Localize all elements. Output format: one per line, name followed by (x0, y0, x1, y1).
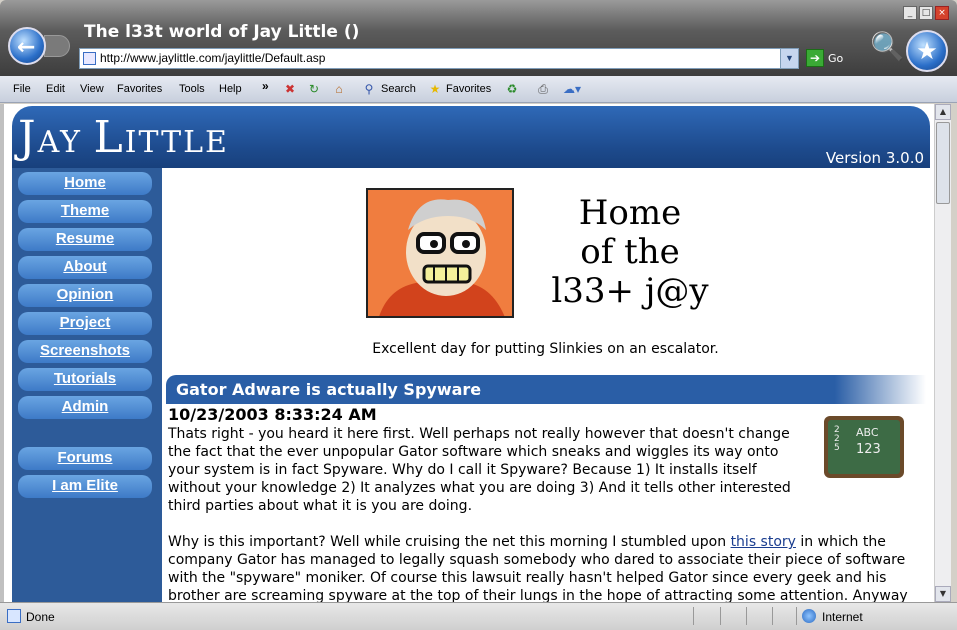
site-logo[interactable]: JAY LITTLE (18, 112, 229, 163)
page-icon (83, 52, 96, 65)
go-button[interactable]: ➔ (806, 49, 824, 67)
site-banner: JAY LITTLE Version 3.0.0 (12, 106, 930, 168)
scroll-thumb[interactable] (936, 122, 950, 204)
post-paragraph-2: Why is this important? Well while cruisi… (168, 534, 908, 602)
menu-help[interactable]: Help (219, 83, 242, 95)
page-viewport: JAY LITTLE Version 3.0.0 Home Theme Resu… (0, 104, 934, 602)
window-title: The l33t world of Jay Little () (84, 22, 360, 42)
post-date: 10/23/2003 8:33:24 AM (168, 405, 377, 424)
menu-tools[interactable]: Tools (179, 83, 205, 95)
menu-bar: File Edit View Favorites Tools Help » ✖ … (0, 76, 957, 103)
this-story-link[interactable]: this story (731, 534, 796, 550)
chalkboard-image: 2 2 5 ABC 123 (824, 416, 904, 478)
search-toolbar-icon[interactable]: ⚲ (362, 82, 376, 96)
security-zone-label: Internet (822, 610, 863, 624)
more-chevron-icon[interactable]: » (262, 79, 269, 93)
menu-edit[interactable]: Edit (46, 83, 65, 95)
minimize-button[interactable]: _ (903, 6, 917, 20)
back-arrow-icon: ← (17, 35, 36, 60)
status-divider (720, 607, 721, 625)
address-text: http://www.jaylittle.com/jaylittle/Defau… (100, 51, 326, 65)
messenger-icon[interactable]: ☁▾ (561, 82, 583, 96)
sidebar-nav: Home Theme Resume About Opinion Project … (12, 168, 162, 602)
nav-resume[interactable]: Resume (18, 228, 152, 251)
menu-view[interactable]: View (80, 83, 104, 95)
maximize-button[interactable]: □ (919, 6, 933, 20)
post-paragraph-1: Thats right - you heard it here first. W… (168, 426, 791, 514)
nav-admin[interactable]: Admin (18, 396, 152, 419)
home-title: Home of the l33+ j@y (551, 193, 709, 311)
scroll-up-button[interactable]: ▲ (935, 104, 951, 120)
nav-i-am-elite[interactable]: I am Elite (18, 475, 152, 498)
history-icon[interactable]: ♻ (505, 82, 519, 96)
status-divider (746, 607, 747, 625)
search-icon[interactable]: 🔍 (870, 30, 905, 66)
status-divider (693, 607, 694, 625)
nav-about[interactable]: About (18, 256, 152, 279)
favorites-label[interactable]: Favorites (446, 83, 491, 95)
favorites-star-icon[interactable]: ★ (906, 30, 948, 72)
tagline: Excellent day for putting Slinkies on an… (372, 341, 719, 357)
status-text: Done (26, 610, 55, 624)
status-divider (772, 607, 773, 625)
nav-forums[interactable]: Forums (18, 447, 152, 470)
menu-favorites[interactable]: Favorites (117, 83, 162, 95)
close-button[interactable]: × (935, 6, 949, 20)
back-button[interactable]: ← (8, 27, 46, 65)
nav-screenshots[interactable]: Screenshots (18, 340, 152, 363)
version-label: Version 3.0.0 (825, 149, 924, 167)
print-icon[interactable]: ⎙ (536, 82, 550, 96)
address-bar[interactable]: http://www.jaylittle.com/jaylittle/Defau… (79, 48, 799, 69)
page-status-icon (7, 609, 21, 623)
vertical-scrollbar[interactable]: ▲ ▼ (934, 104, 951, 602)
nav-theme[interactable]: Theme (18, 200, 152, 223)
internet-zone-icon (802, 609, 816, 623)
home-icon[interactable]: ⌂ (332, 82, 346, 96)
main-content: Home of the l33+ j@y Excellent day for p… (162, 168, 929, 602)
stop-icon[interactable]: ✖ (283, 82, 297, 96)
post-title: Gator Adware is actually Spyware (166, 375, 926, 404)
nav-project[interactable]: Project (18, 312, 152, 335)
address-dropdown-button[interactable]: ▼ (780, 49, 798, 68)
menu-file[interactable]: File (13, 83, 31, 95)
go-label[interactable]: Go (828, 52, 843, 65)
status-bar: Done Internet (0, 602, 957, 630)
refresh-icon[interactable]: ↻ (307, 82, 321, 96)
cartoon-avatar-image (366, 188, 514, 318)
nav-tutorials[interactable]: Tutorials (18, 368, 152, 391)
search-label[interactable]: Search (381, 83, 416, 95)
status-divider (796, 607, 797, 625)
title-bar: The l33t world of Jay Little () _ □ × ← … (0, 0, 957, 76)
nav-home[interactable]: Home (18, 172, 152, 195)
nav-opinion[interactable]: Opinion (18, 284, 152, 307)
forward-button[interactable] (44, 35, 70, 57)
scroll-down-button[interactable]: ▼ (935, 586, 951, 602)
favorites-icon[interactable]: ★ (428, 82, 442, 96)
